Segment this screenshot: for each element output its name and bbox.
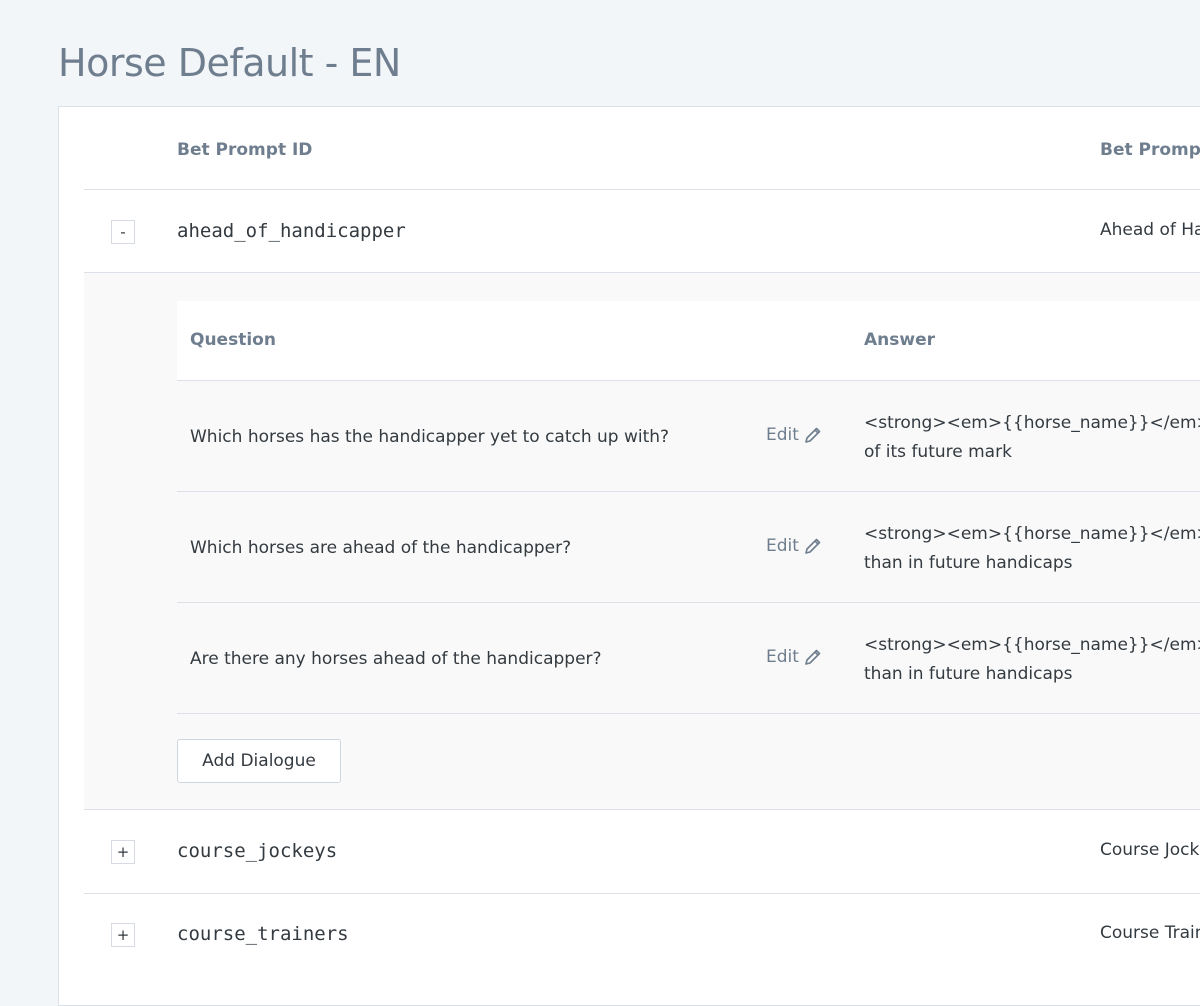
edit-button[interactable]: Edit	[766, 425, 823, 445]
bet-prompt-id: ahead_of_handicapper	[177, 220, 406, 242]
row-divider	[84, 809, 1200, 810]
bet-prompt-id: course_trainers	[177, 923, 349, 945]
column-header-bet-prompt-id: Bet Prompt ID	[177, 140, 313, 160]
bet-prompt-id: course_jockeys	[177, 840, 338, 862]
bet-prompt-text: Ahead of Ha	[1100, 220, 1200, 240]
expand-toggle[interactable]: +	[111, 840, 135, 864]
column-header-bet-prompt: Bet Prompt	[1100, 140, 1200, 160]
dialogue-row-divider	[177, 491, 1200, 492]
dialogue-table-header: Question Answer	[177, 301, 1200, 381]
answer-text: <strong><em>{{horse_name}}</em></stof it…	[864, 413, 1200, 462]
pencil-icon	[805, 538, 821, 554]
answer-text: <strong><em>{{horse_name}}</em></stthan …	[864, 524, 1200, 573]
bet-prompt-text: Course Jock	[1100, 840, 1200, 860]
edit-button[interactable]: Edit	[766, 647, 823, 667]
edit-label: Edit	[766, 536, 799, 556]
dialogue-row-divider	[177, 602, 1200, 603]
column-header-question: Question	[190, 330, 276, 350]
column-header-answer: Answer	[864, 330, 935, 350]
edit-button[interactable]: Edit	[766, 536, 823, 556]
collapse-toggle[interactable]: -	[111, 220, 135, 244]
dialogue-row-divider	[177, 713, 1200, 714]
pencil-icon	[805, 649, 821, 665]
question-text: Which horses are ahead of the handicappe…	[190, 538, 572, 558]
pencil-icon	[805, 427, 821, 443]
expand-toggle[interactable]: +	[111, 923, 135, 947]
bet-prompt-text: Course Train	[1100, 923, 1200, 943]
add-dialogue-button[interactable]: Add Dialogue	[177, 739, 341, 783]
edit-label: Edit	[766, 425, 799, 445]
edit-label: Edit	[766, 647, 799, 667]
page-title: Horse Default - EN	[58, 41, 401, 85]
dialogue-header-divider	[177, 380, 1200, 381]
question-text: Which horses has the handicapper yet to …	[190, 427, 670, 447]
bet-prompts-table: Bet Prompt ID Bet Prompt - ahead_of_hand…	[58, 106, 1200, 1006]
header-divider	[84, 189, 1200, 190]
expanded-dialogue-panel: Question Answer Which horses has the han…	[84, 273, 1200, 809]
question-text: Are there any horses ahead of the handic…	[190, 649, 602, 669]
row-divider	[84, 893, 1200, 894]
answer-text: <strong><em>{{horse_name}}</em></stthan …	[864, 635, 1200, 684]
